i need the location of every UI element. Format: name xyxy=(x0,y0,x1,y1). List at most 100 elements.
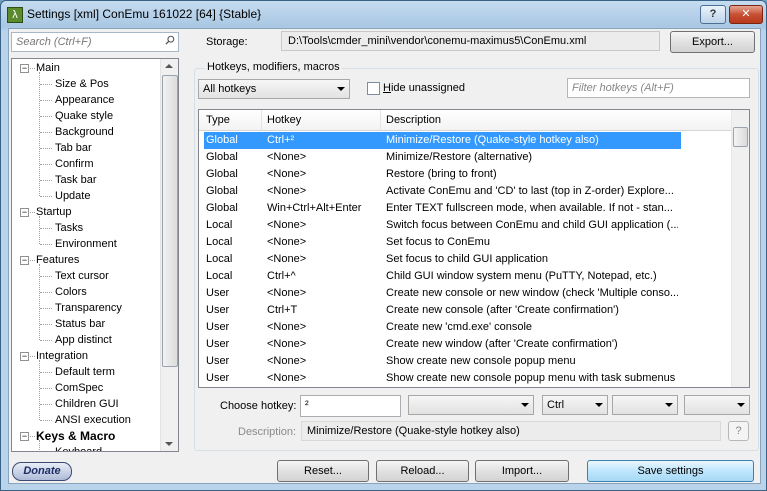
collapse-icon[interactable]: − xyxy=(20,64,29,73)
table-cell-type: Local xyxy=(206,219,233,231)
reload-button[interactable]: Reload... xyxy=(376,460,469,482)
tree-item-label: Confirm xyxy=(55,158,94,170)
tree-item-label: Quake style xyxy=(55,110,114,122)
table-cell-desc: Create new 'cmd.exe' console xyxy=(386,321,533,333)
tree-item-label: Text cursor xyxy=(55,270,109,282)
tree-item-label: Integration xyxy=(36,350,88,362)
table-cell-type: Global xyxy=(206,185,238,197)
tree-item-label: ANSI execution xyxy=(55,414,131,426)
table-cell-hotkey: <None> xyxy=(267,236,307,248)
conemu-app-icon: λ xyxy=(7,7,23,23)
choose-hotkey-input[interactable]: ² xyxy=(300,395,401,417)
tree-item-label: Keyboard xyxy=(55,446,103,452)
table-row[interactable]: Local <None> Set focus to ConEmu xyxy=(199,234,732,251)
tree-item-label: Tasks xyxy=(55,222,84,234)
tree-scrollbar[interactable] xyxy=(160,59,178,451)
table-cell-type: User xyxy=(206,338,230,350)
tree-connector-line xyxy=(39,360,40,420)
table-row[interactable]: Global Ctrl+² Minimize/Restore (Quake-styl… xyxy=(204,132,681,149)
table-cell-hotkey: <None> xyxy=(267,151,307,163)
table-cell-type: Global xyxy=(206,202,238,214)
table-cell-type: User xyxy=(206,287,230,299)
table-cell-desc: Activate ConEmu and 'CD' to last (top in… xyxy=(386,185,674,197)
table-row[interactable]: User <None> Show create new console popup … xyxy=(199,370,732,387)
hide-unassigned-checkbox[interactable] xyxy=(367,82,380,95)
collapse-icon[interactable]: − xyxy=(20,352,29,361)
table-cell-type: Local xyxy=(206,253,233,265)
settings-tree[interactable]: − Main Size & Pos Appearance Quake style Back… xyxy=(11,58,179,452)
search-input[interactable]: Search (Ctrl+F) xyxy=(11,32,179,52)
help-button[interactable]: ? xyxy=(700,5,726,24)
search-icon[interactable] xyxy=(165,35,175,45)
tree-connector-line xyxy=(30,68,35,69)
collapse-icon[interactable]: − xyxy=(20,256,29,265)
table-row[interactable]: User <None> Create new console or new wind… xyxy=(199,285,732,302)
tree-item-label: Size & Pos xyxy=(55,78,109,90)
search-placeholder: Search (Ctrl+F) xyxy=(16,36,92,48)
tree-connector-line xyxy=(39,216,40,244)
tree-connector-line xyxy=(30,436,35,437)
hide-unassigned-label[interactable]: Hide unassigned xyxy=(383,82,465,94)
table-row[interactable]: Global <None> Restore (bring to front) xyxy=(199,166,732,183)
tree-connector-line xyxy=(40,308,52,309)
column-separator[interactable] xyxy=(261,110,262,130)
column-hotkey[interactable]: Hotkey xyxy=(267,114,301,126)
column-type[interactable]: Type xyxy=(206,114,230,126)
tree-item-label: Transparency xyxy=(55,302,122,314)
modifier-value: Ctrl xyxy=(547,399,565,411)
tree-connector-line xyxy=(40,372,52,373)
save-settings-button[interactable]: Save settings xyxy=(587,460,754,482)
close-button[interactable]: ✕ xyxy=(729,5,763,24)
table-cell-desc: Set focus to ConEmu xyxy=(386,236,490,248)
hotkey-filter-combo[interactable]: All hotkeys xyxy=(198,79,350,99)
table-row[interactable]: Local Ctrl+^ Child GUI window system menu … xyxy=(199,268,732,285)
modifier-combo-1[interactable]: Ctrl xyxy=(542,395,608,415)
key-combo[interactable] xyxy=(408,395,534,415)
table-cell-desc: Restore (bring to front) xyxy=(386,168,497,180)
collapse-icon[interactable]: − xyxy=(20,208,29,217)
table-row[interactable]: User <None> Show create new console popup … xyxy=(199,353,732,370)
table-cell-type: User xyxy=(206,355,230,367)
table-row[interactable]: Local <None> Switch focus between ConEmu a… xyxy=(199,217,732,234)
tree-scroll-thumb[interactable] xyxy=(162,75,178,367)
reset-button[interactable]: Reset... xyxy=(277,460,369,482)
scroll-down-arrow-icon[interactable] xyxy=(165,442,173,446)
donate-button[interactable]: Donate xyxy=(12,462,72,481)
modifier-combo-3[interactable] xyxy=(684,395,750,415)
modifier-combo-2[interactable] xyxy=(612,395,678,415)
filter-hotkeys-input[interactable]: Filter hotkeys (Alt+F) xyxy=(567,78,750,98)
collapse-icon[interactable]: − xyxy=(20,432,29,441)
table-row[interactable]: Local <None> Set focus to child GUI applic… xyxy=(199,251,732,268)
description-value: Minimize/Restore (Quake-style hotkey als… xyxy=(307,425,520,437)
table-row[interactable]: User <None> Create new 'cmd.exe' console xyxy=(199,319,732,336)
table-cell-desc: Create new window (after 'Create confirm… xyxy=(386,338,618,350)
table-row[interactable]: User <None> Create new window (after 'Crea… xyxy=(199,336,732,353)
tree-connector-line xyxy=(40,276,52,277)
tree-item-label: Environment xyxy=(55,238,117,250)
table-row[interactable]: Global <None> Activate ConEmu and 'CD' to … xyxy=(199,183,732,200)
table-row[interactable]: User Ctrl+T Create new console (after 'Cre… xyxy=(199,302,732,319)
tree-item-label: Status bar xyxy=(55,318,106,330)
table-scrollbar[interactable] xyxy=(731,110,749,387)
tree-connector-line xyxy=(40,244,52,245)
table-row[interactable]: Global <None> Minimize/Restore (alternativ… xyxy=(199,149,732,166)
column-description[interactable]: Description xyxy=(386,114,441,126)
tree-connector-line xyxy=(39,72,40,196)
description-help-button[interactable]: ? xyxy=(728,421,749,441)
table-cell-desc: Show create new console popup menu with … xyxy=(386,372,676,384)
tree-connector-line xyxy=(40,340,52,341)
table-cell-type: Global xyxy=(206,134,238,146)
table-cell-type: Local xyxy=(206,236,233,248)
import-button[interactable]: Import... xyxy=(475,460,569,482)
table-cell-desc: Show create new console popup menu xyxy=(386,355,576,367)
scroll-up-arrow-icon[interactable] xyxy=(165,64,173,68)
table-row[interactable]: Global Win+Ctrl+Alt+Enter Enter TEXT fulls… xyxy=(199,200,732,217)
tree-item-label: Default term xyxy=(55,366,115,378)
tree-connector-line xyxy=(40,180,52,181)
table-scroll-thumb[interactable] xyxy=(733,127,748,147)
title-bar[interactable]: λ Settings [xml] ConEmu 161022 [64] {Sta… xyxy=(1,1,766,29)
export-button[interactable]: Export... xyxy=(670,31,755,53)
hotkeys-table[interactable]: Type Hotkey Description Global Ctrl+² Mini… xyxy=(198,109,750,388)
window-title: Settings [xml] ConEmu 161022 [64] {Stabl… xyxy=(27,7,262,21)
column-separator[interactable] xyxy=(380,110,381,130)
